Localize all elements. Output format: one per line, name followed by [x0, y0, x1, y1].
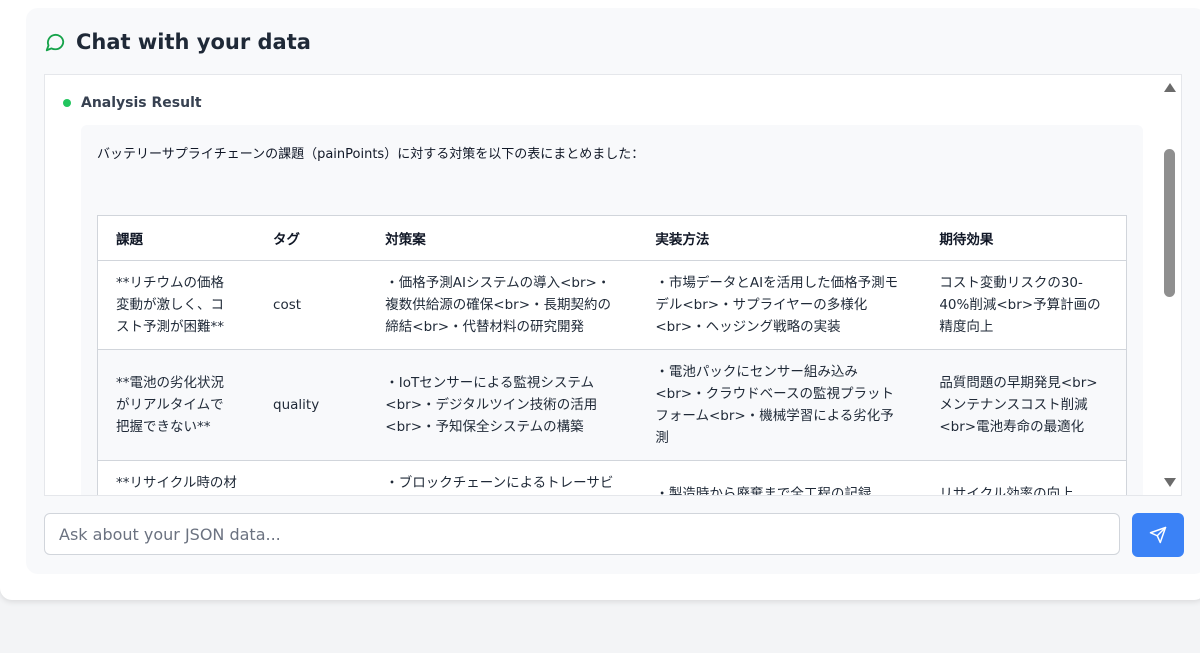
table-header-cell: タグ: [255, 215, 368, 261]
table-row: **電池の劣化状況がリアルタイムで把握できない** quality ・IoTセン…: [97, 349, 1127, 461]
messages-scrollbar[interactable]: [1159, 75, 1181, 495]
scroll-up-arrow-icon[interactable]: [1164, 83, 1176, 92]
result-table: 課題 タグ 対策案 実装方法 期待効果 **リチウムの価格変動が激しく、コスト予…: [97, 215, 1127, 495]
table-header-cell: 対策案: [367, 215, 638, 261]
scroll-thumb[interactable]: [1164, 149, 1175, 297]
status-dot-icon: [63, 99, 71, 107]
analysis-result-label: Analysis Result: [81, 95, 202, 111]
table-header-row: 課題 タグ 対策案 実装方法 期待効果: [97, 215, 1127, 261]
table-cell: ・電池パックにセンサー組み込み<br>・クラウドベースの監視プラットフォーム<b…: [637, 349, 922, 461]
messages-area[interactable]: Analysis Result バッテリーサプライチェーンの課題（painPoi…: [44, 74, 1182, 496]
panel-header: Chat with your data: [44, 28, 311, 56]
analysis-result-body: バッテリーサプライチェーンの課題（painPoints）に対する対策を以下の表に…: [81, 125, 1143, 495]
table-cell: コスト変動リスクの30-40%削減<br>予算計画の精度向上: [921, 260, 1127, 350]
send-button[interactable]: [1132, 513, 1184, 557]
table-row: **リサイクル時の材料成分情報が不明** traceability ・ブロックチ…: [97, 460, 1127, 495]
table-cell: **リチウムの価格変動が激しく、コスト予測が困難**: [97, 260, 256, 350]
table-cell: 品質問題の早期発見<br>メンテナンスコスト削減<br>電池寿命の最適化: [921, 349, 1127, 461]
chat-input[interactable]: [44, 513, 1120, 555]
table-cell: quality: [255, 349, 368, 461]
table-header-cell: 実装方法: [637, 215, 922, 261]
table-cell: ・市場データとAIを活用した価格予測モデル<br>・サプライヤーの多様化<br>…: [637, 260, 922, 350]
table-header-cell: 課題: [97, 215, 256, 261]
table-cell: **電池の劣化状況がリアルタイムで把握できない**: [97, 349, 256, 461]
table-cell: **リサイクル時の材料成分情報が不明**: [97, 460, 256, 495]
chat-panel: Chat with your data Analysis Result バッテリ…: [26, 8, 1200, 574]
table-cell: リサイクル効率の向上<br>材料回収率の最大化: [921, 460, 1127, 495]
table-cell: ・価格予測AIシステムの導入<br>・複数供給源の確保<br>・長期契約の締結<…: [367, 260, 638, 350]
table-cell: traceability: [255, 460, 368, 495]
analysis-result-header: Analysis Result: [63, 95, 202, 111]
result-intro: バッテリーサプライチェーンの課題（painPoints）に対する対策を以下の表に…: [97, 147, 645, 162]
table-header-cell: 期待効果: [921, 215, 1127, 261]
table-row: **リチウムの価格変動が激しく、コスト予測が困難** cost ・価格予測AIシ…: [97, 260, 1127, 350]
table-cell: cost: [255, 260, 368, 350]
table-cell: ・製造時から廃棄まで全工程の記録<br>・QRコード/RFIDによる情報管理: [637, 460, 922, 495]
scroll-down-arrow-icon[interactable]: [1164, 478, 1176, 487]
chat-bubble-icon: [45, 33, 65, 52]
send-icon: [1149, 526, 1167, 544]
table-cell: ・ブロックチェーンによるトレーサビリティ<br>・デジタルパスポートの導入<br…: [367, 460, 638, 495]
table-cell: ・IoTセンサーによる監視システム<br>・デジタルツイン技術の活用<br>・予…: [367, 349, 638, 461]
outer-card: Chat with your data Analysis Result バッテリ…: [0, 0, 1200, 600]
panel-title: Chat with your data: [76, 30, 311, 54]
